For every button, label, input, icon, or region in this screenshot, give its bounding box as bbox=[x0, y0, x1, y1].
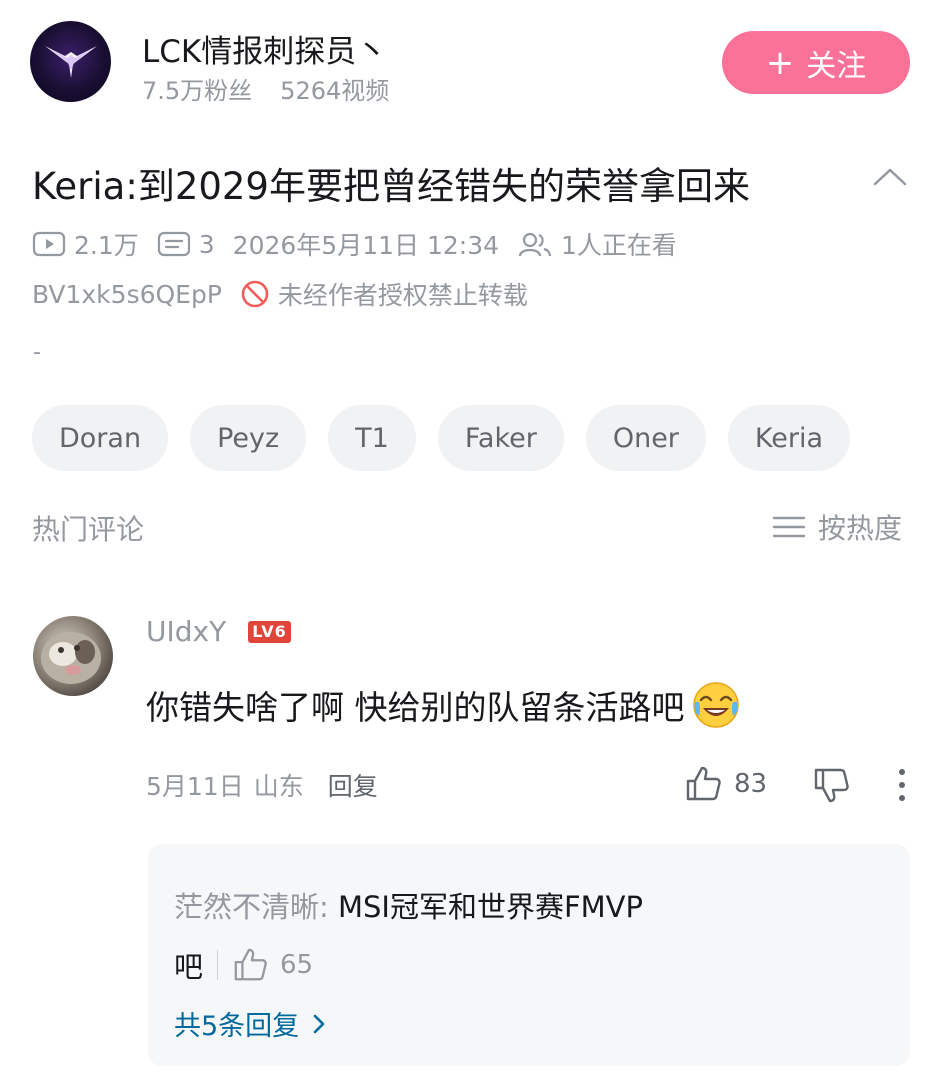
sort-button[interactable]: 按热度 bbox=[772, 507, 902, 547]
tag-item[interactable]: Doran bbox=[32, 405, 169, 471]
no-repost-icon bbox=[240, 279, 270, 309]
tag-item[interactable]: Oner bbox=[585, 405, 706, 471]
danmaku-icon bbox=[157, 230, 191, 258]
bvid-row: BV1xk5s6QEpP 未经作者授权禁止转载 bbox=[32, 276, 528, 312]
reply-like-button[interactable]: 65 bbox=[232, 947, 313, 983]
thumbs-up-icon bbox=[232, 947, 268, 983]
bvid: BV1xk5s6QEpP bbox=[32, 279, 222, 309]
separator bbox=[217, 950, 219, 980]
more-options-icon[interactable] bbox=[896, 768, 908, 802]
tag-item[interactable]: Faker bbox=[437, 405, 564, 471]
tag-item[interactable]: T1 bbox=[328, 405, 416, 471]
commenter-avatar[interactable] bbox=[33, 616, 113, 696]
chevron-right-icon bbox=[311, 1012, 327, 1036]
hot-comments-title: 热门评论 bbox=[32, 513, 145, 546]
follow-label: 关注 bbox=[806, 48, 867, 84]
comment-date: 5月11日 bbox=[146, 772, 244, 801]
laughing-crying-emoji-icon bbox=[691, 680, 741, 730]
uploader-avatar[interactable] bbox=[30, 21, 111, 102]
view-all-replies-link[interactable]: 共5条回复 bbox=[174, 1004, 327, 1043]
viewers-icon bbox=[517, 230, 553, 258]
reply-text-continued: 吧 bbox=[174, 950, 204, 984]
follow-button[interactable]: + 关注 bbox=[722, 31, 910, 94]
thumbs-down-icon[interactable] bbox=[812, 766, 850, 804]
uploader-stats: 7.5万粉丝 5264视频 bbox=[142, 71, 389, 106]
chevron-up-icon[interactable] bbox=[870, 160, 910, 192]
level-badge: LV6 bbox=[248, 620, 291, 643]
tag-item[interactable]: Peyz bbox=[190, 405, 307, 471]
sort-label: 按热度 bbox=[818, 512, 903, 545]
publish-datetime: 2026年5月11日 12:34 bbox=[232, 231, 500, 260]
watching-count: 1人正在看 bbox=[561, 231, 677, 260]
sort-lines-icon bbox=[772, 514, 806, 540]
play-count-icon bbox=[32, 230, 66, 258]
reply-button[interactable]: 回复 bbox=[328, 767, 378, 803]
danmaku-count: 3 bbox=[198, 229, 215, 259]
reply-like-count: 65 bbox=[280, 950, 314, 980]
comment-text: 你错失啥了啊 快给别的队留条活路吧 bbox=[146, 680, 741, 730]
fans-count: 7.5万粉丝 bbox=[142, 77, 253, 105]
video-count: 5264视频 bbox=[280, 77, 390, 105]
comment-location: 山东 bbox=[253, 772, 304, 801]
plus-icon: + bbox=[765, 42, 795, 83]
reply-line: 茫然不清晰: MSI冠军和世界赛FMVP bbox=[174, 884, 643, 926]
like-button[interactable]: 83 bbox=[684, 765, 767, 803]
comment-username[interactable]: UIdxY bbox=[146, 615, 226, 648]
comment-user: UIdxY LV6 bbox=[146, 615, 291, 648]
video-meta: 2.1万 3 2026年5月11日 12:34 1人正在看 bbox=[32, 226, 677, 262]
replies-count-label: 共5条回复 bbox=[174, 1011, 300, 1042]
uploader-name[interactable]: LCK情报刺探员丶 bbox=[142, 26, 387, 71]
tag-item[interactable]: Keria bbox=[727, 405, 851, 471]
like-count: 83 bbox=[734, 769, 768, 799]
reply-author[interactable]: 茫然不清晰: bbox=[174, 890, 329, 924]
cat-photo-icon bbox=[41, 632, 101, 684]
tag-list: Doran Peyz T1 Faker Oner Keria bbox=[32, 405, 851, 471]
copyright-notice: 未经作者授权禁止转载 bbox=[277, 281, 528, 310]
winged-logo-icon bbox=[44, 45, 97, 78]
video-description: - bbox=[33, 340, 41, 365]
view-count: 2.1万 bbox=[74, 231, 139, 260]
reply-line: 吧 65 bbox=[174, 944, 313, 986]
video-title: Keria:到2029年要把曾经错失的荣誉拿回来 bbox=[32, 165, 750, 208]
comment-body: 你错失啥了啊 快给别的队留条活路吧 bbox=[146, 688, 685, 727]
comment-meta: 5月11日 山东 回复 bbox=[146, 767, 378, 803]
thumbs-up-icon bbox=[684, 765, 722, 803]
reply-text: MSI冠军和世界赛FMVP bbox=[328, 890, 644, 924]
